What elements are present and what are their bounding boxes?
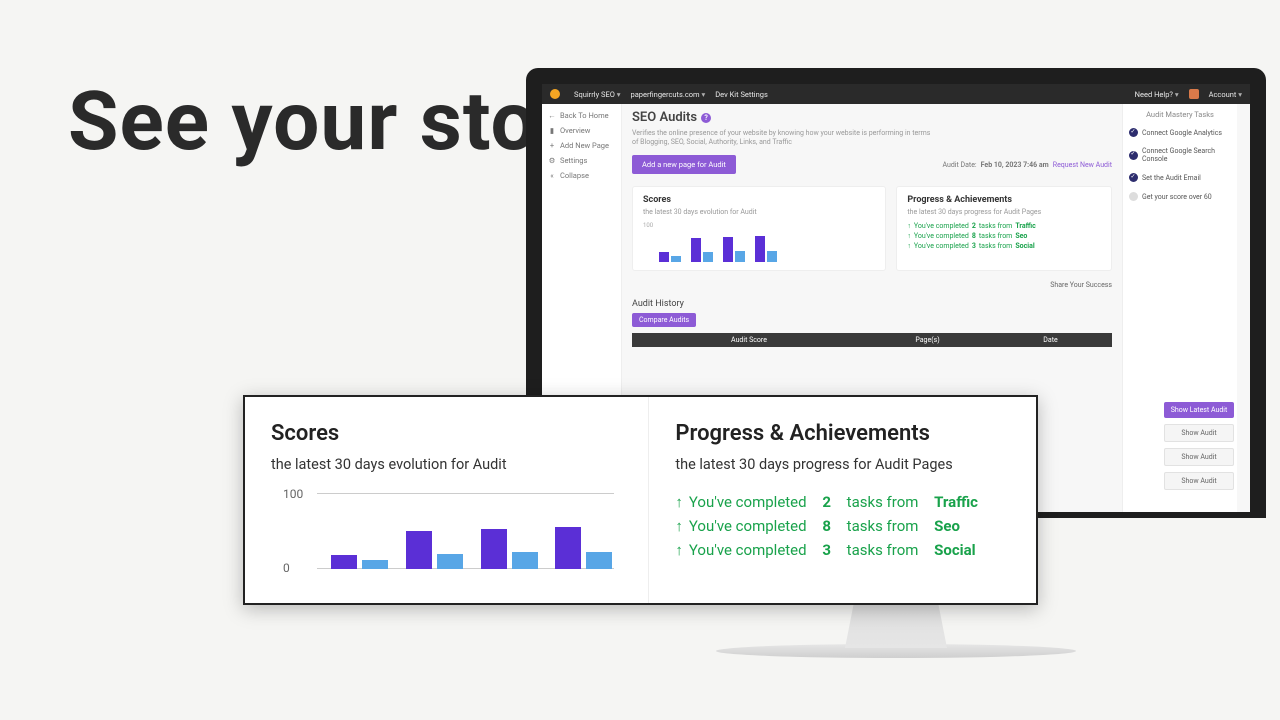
- brand-logo-icon: [550, 89, 560, 99]
- check-icon: [1129, 128, 1138, 137]
- add-page-button[interactable]: Add a new page for Audit: [632, 155, 736, 174]
- scores-sub: the latest 30 days evolution for Audit: [643, 208, 875, 216]
- back-icon: ←: [548, 111, 556, 120]
- mastery-title: Audit Mastery Tasks: [1129, 110, 1231, 119]
- zoom-scores-title: Scores: [271, 421, 622, 446]
- arrow-up-icon: ↑: [907, 222, 911, 230]
- mastery-task[interactable]: Set the Audit Email: [1129, 168, 1231, 187]
- y-tick-label: 0: [283, 561, 290, 575]
- help-icon[interactable]: ?: [701, 113, 711, 123]
- col-audit-score: Audit Score: [632, 333, 866, 347]
- sidebar-item-label: Collapse: [560, 171, 589, 180]
- zoom-card: Scores the latest 30 days evolution for …: [243, 395, 1038, 605]
- collapse-icon: «: [548, 171, 556, 180]
- show-audit-button[interactable]: Show Audit: [1164, 472, 1234, 490]
- devkit-link[interactable]: Dev Kit Settings: [715, 90, 768, 99]
- show-latest-audit-button[interactable]: Show Latest Audit: [1164, 402, 1234, 418]
- mastery-task-label: Get your score over 60: [1142, 193, 1212, 201]
- chart-icon: ▮: [548, 126, 556, 135]
- zoom-achievement-row: ↑You've completed 2 tasks from Traffic: [675, 493, 1010, 511]
- progress-title: Progress & Achievements: [907, 195, 1101, 205]
- compare-audits-button[interactable]: Compare Audits: [632, 313, 696, 327]
- account-menu[interactable]: Account: [1209, 90, 1242, 99]
- scores-title: Scores: [643, 195, 875, 205]
- sidebar-item-back[interactable]: ← Back To Home: [548, 108, 615, 123]
- zoom-achievement-row: ↑You've completed 8 tasks from Seo: [675, 517, 1010, 535]
- unchecked-icon: [1129, 192, 1138, 201]
- audit-meta: Audit Date: Feb 10, 2023 7:46 am Request…: [942, 161, 1112, 169]
- mastery-task-label: Connect Google Analytics: [1142, 129, 1222, 137]
- mastery-task[interactable]: Connect Google Search Console: [1129, 142, 1231, 168]
- sidebar-item-label: Overview: [560, 126, 590, 135]
- show-audit-column: Show Latest Audit Show Audit Show Audit …: [1164, 402, 1234, 496]
- sidebar-item-overview[interactable]: ▮ Overview: [548, 123, 615, 138]
- page-subtitle: Verifies the online presence of your web…: [632, 129, 932, 147]
- arrow-up-icon: ↑: [675, 493, 683, 511]
- topbar: Squirrly SEO paperfingercuts.com Dev Kit…: [542, 84, 1250, 104]
- col-date: Date: [989, 333, 1112, 347]
- mastery-task-label: Set the Audit Email: [1142, 174, 1201, 182]
- achievement-row: ↑You've completed 8 tasks from Seo: [907, 232, 1101, 240]
- arrow-up-icon: ↑: [675, 517, 683, 535]
- zoom-scores-panel: Scores the latest 30 days evolution for …: [245, 397, 649, 603]
- request-new-audit-link[interactable]: Request New Audit: [1053, 161, 1112, 169]
- zoom-progress-sub: the latest 30 days progress for Audit Pa…: [675, 456, 1010, 473]
- history-table-header: Audit Score Page(s) Date: [632, 333, 1112, 347]
- zoom-scores-sub: the latest 30 days evolution for Audit: [271, 456, 622, 473]
- check-icon: [1129, 173, 1138, 182]
- history-title: Audit History: [632, 299, 1112, 309]
- mastery-task[interactable]: Connect Google Analytics: [1129, 123, 1231, 142]
- check-icon: [1129, 151, 1138, 160]
- sidebar-item-settings[interactable]: ⚙ Settings: [548, 153, 615, 168]
- page-title: SEO Audits?: [632, 110, 1112, 125]
- mastery-task-label: Connect Google Search Console: [1142, 147, 1231, 163]
- col-pages: Page(s): [866, 333, 989, 347]
- show-audit-button[interactable]: Show Audit: [1164, 424, 1234, 442]
- sidebar-item-collapse[interactable]: « Collapse: [548, 168, 615, 183]
- arrow-up-icon: ↑: [907, 232, 911, 240]
- show-audit-button[interactable]: Show Audit: [1164, 448, 1234, 466]
- monitor-mockup: Squirrly SEO paperfingercuts.com Dev Kit…: [526, 68, 1266, 708]
- scores-mini-chart: 100: [643, 222, 875, 262]
- zoom-scores-chart: 100 0: [271, 493, 622, 583]
- zoom-achievement-row: ↑You've completed 3 tasks from Social: [675, 541, 1010, 559]
- arrow-up-icon: ↑: [675, 541, 683, 559]
- zoom-progress-panel: Progress & Achievements the latest 30 da…: [649, 397, 1036, 603]
- scores-panel: Scores the latest 30 days evolution for …: [632, 186, 886, 271]
- help-menu[interactable]: Need Help?: [1135, 90, 1179, 99]
- achievement-row: ↑You've completed 3 tasks from Social: [907, 242, 1101, 250]
- site-menu[interactable]: paperfingercuts.com: [631, 90, 706, 99]
- achievement-row: ↑You've completed 2 tasks from Traffic: [907, 222, 1101, 230]
- sidebar-item-label: Back To Home: [560, 111, 609, 120]
- share-success-link[interactable]: Share Your Success: [632, 281, 1112, 289]
- progress-panel: Progress & Achievements the latest 30 da…: [896, 186, 1112, 271]
- zoom-progress-title: Progress & Achievements: [675, 421, 1010, 446]
- sidebar-item-label: Settings: [560, 156, 587, 165]
- sidebar-item-add-page[interactable]: + Add New Page: [548, 138, 615, 153]
- y-tick-label: 100: [643, 222, 653, 229]
- progress-sub: the latest 30 days progress for Audit Pa…: [907, 208, 1101, 216]
- y-tick-label: 100: [283, 487, 303, 501]
- sidebar-item-label: Add New Page: [560, 141, 609, 150]
- plus-icon: +: [548, 141, 556, 150]
- mastery-task[interactable]: Get your score over 60: [1129, 187, 1231, 206]
- avatar-icon: [1189, 89, 1199, 99]
- arrow-up-icon: ↑: [907, 242, 911, 250]
- brand-menu[interactable]: Squirrly SEO: [574, 90, 621, 99]
- gear-icon: ⚙: [548, 156, 556, 165]
